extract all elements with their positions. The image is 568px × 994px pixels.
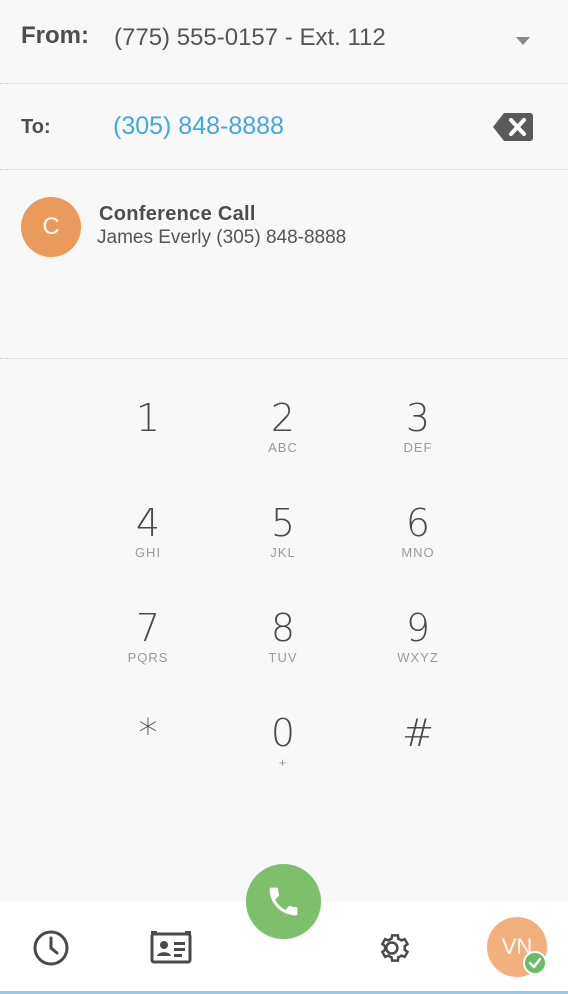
clock-icon[interactable] — [32, 929, 70, 972]
key-letters: + — [278, 755, 288, 770]
key-digit: * — [138, 711, 158, 755]
key-star[interactable]: * — [93, 695, 203, 785]
key-letters: PQRS — [127, 650, 169, 665]
call-button[interactable] — [246, 864, 321, 939]
key-letters: JKL — [270, 545, 296, 560]
key-digit: 6 — [405, 501, 431, 545]
contact-detail: James Everly (305) 848-8888 — [97, 227, 347, 248]
key-letters: TUV — [268, 650, 298, 665]
key-6[interactable]: 6 MNO — [363, 485, 473, 575]
key-digit: 4 — [135, 501, 161, 545]
key-digit: 0 — [270, 711, 296, 755]
contact-avatar: C — [21, 197, 81, 257]
contact-suggestion[interactable]: C Conference Call James Everly (305) 848… — [21, 197, 541, 259]
key-letters: ABC — [268, 440, 298, 455]
key-9[interactable]: 9 WXYZ — [363, 590, 473, 680]
contact-card-icon[interactable] — [150, 931, 192, 970]
key-digit: # — [402, 711, 434, 755]
key-1[interactable]: 1 — [93, 380, 203, 470]
contact-suggestions: C Conference Call James Everly (305) 848… — [0, 170, 568, 359]
to-number-input[interactable]: (305) 848-8888 — [113, 112, 284, 141]
key-digit: 7 — [135, 606, 161, 650]
contact-name: Conference Call — [99, 203, 256, 225]
key-digit: 3 — [405, 396, 431, 440]
key-letters: GHI — [134, 545, 162, 560]
from-selector[interactable]: From: (775) 555-0157 - Ext. 112 — [0, 0, 568, 84]
key-digit: 2 — [270, 396, 296, 440]
phone-icon — [269, 887, 298, 916]
gear-icon[interactable] — [376, 929, 414, 972]
key-letters: WXYZ — [397, 650, 439, 665]
from-label: From: — [21, 22, 89, 49]
key-3[interactable]: 3 DEF — [363, 380, 473, 470]
check-icon — [523, 951, 547, 975]
key-digit: 8 — [270, 606, 296, 650]
caret-down-icon[interactable] — [516, 37, 530, 45]
key-digit: 9 — [405, 606, 431, 650]
key-digit: 5 — [270, 501, 296, 545]
key-2[interactable]: 2 ABC — [228, 380, 338, 470]
key-0[interactable]: 0 + — [228, 695, 338, 785]
key-letters: MNO — [401, 545, 435, 560]
to-field[interactable]: To: (305) 848-8888 — [0, 84, 568, 170]
key-4[interactable]: 4 GHI — [93, 485, 203, 575]
key-5[interactable]: 5 JKL — [228, 485, 338, 575]
key-digit: 1 — [135, 396, 161, 440]
from-number[interactable]: (775) 555-0157 - Ext. 112 — [114, 24, 386, 52]
key-letters: DEF — [403, 440, 433, 455]
key-8[interactable]: 8 TUV — [228, 590, 338, 680]
backspace-icon[interactable] — [492, 111, 534, 143]
to-label: To: — [21, 116, 51, 138]
key-hash[interactable]: # — [363, 695, 473, 785]
key-7[interactable]: 7 PQRS — [93, 590, 203, 680]
